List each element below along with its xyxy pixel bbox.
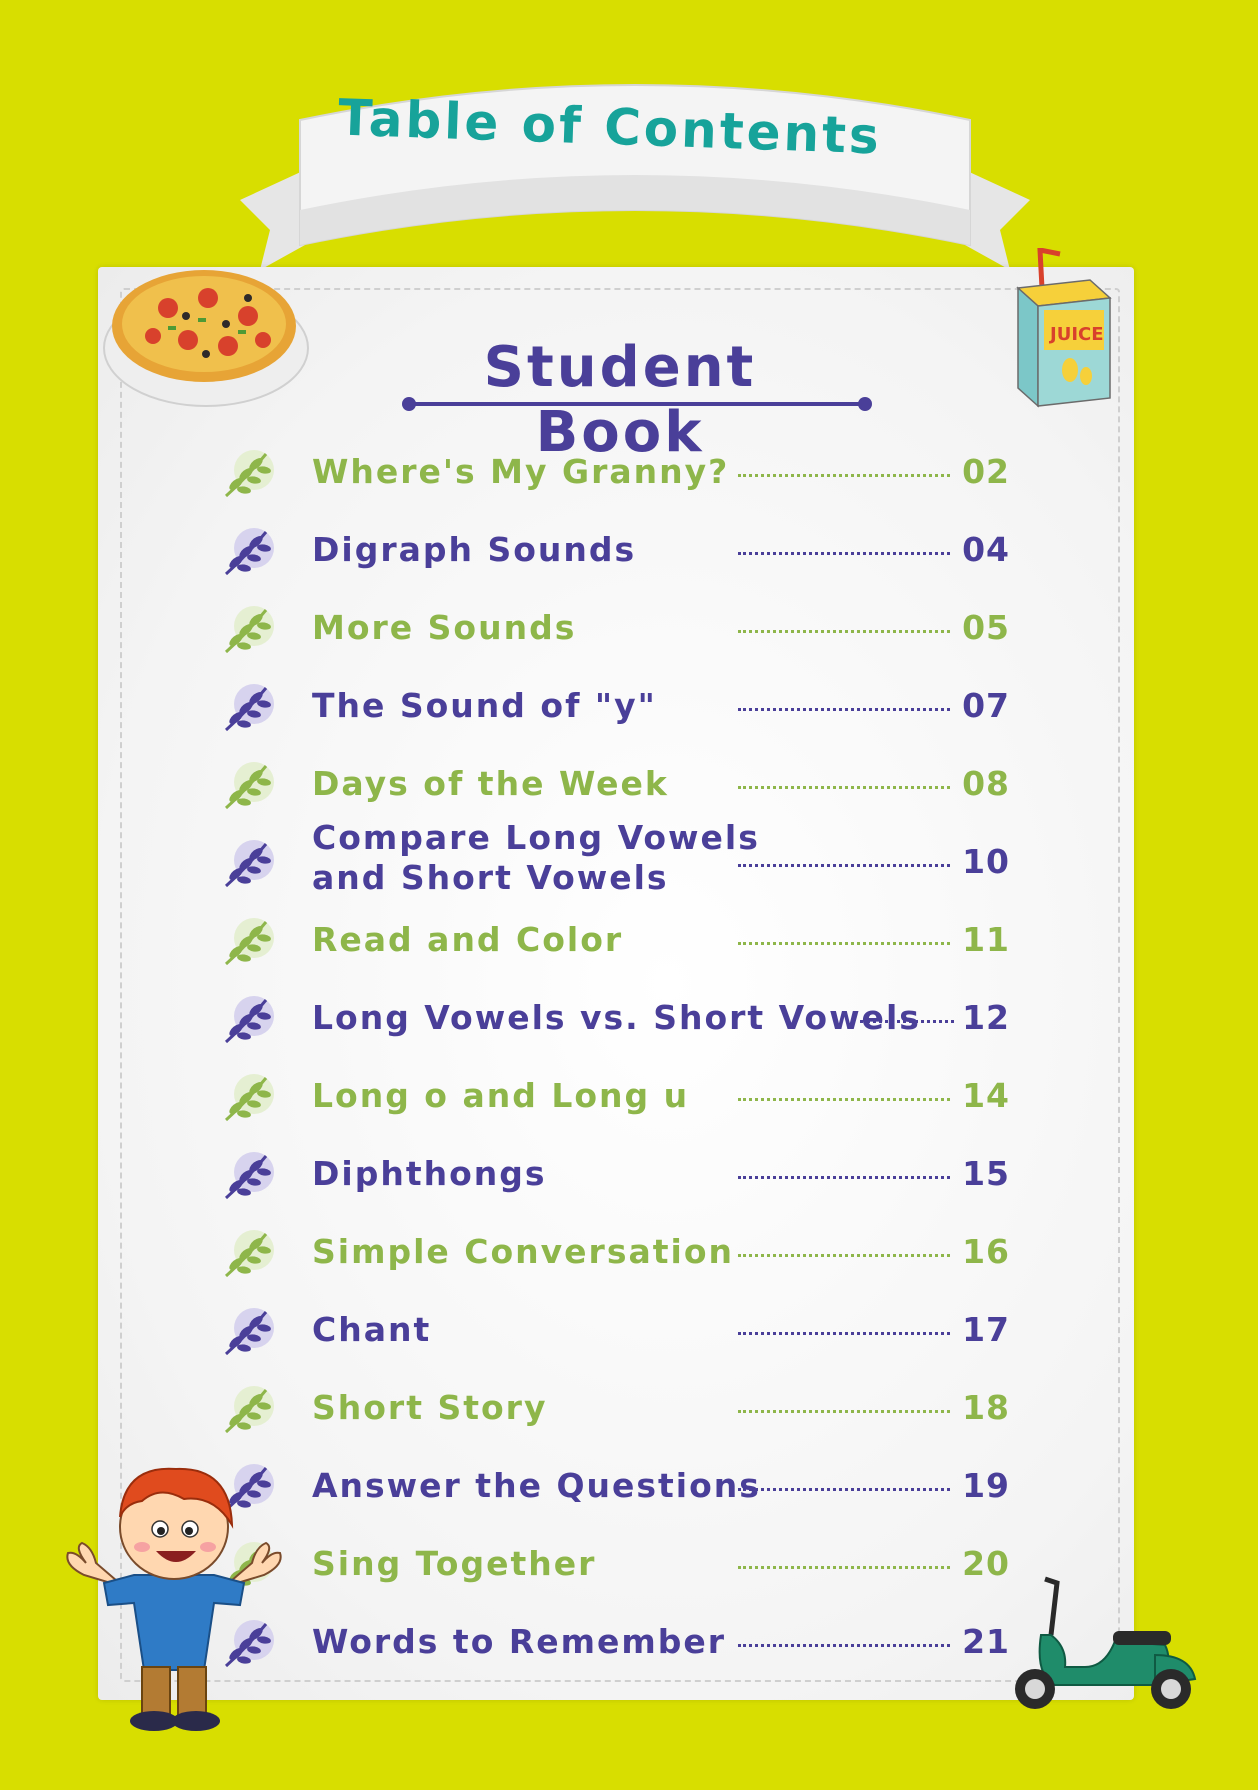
toc-label: Short Story [312,1388,548,1427]
page-number: 04 [962,530,1010,569]
leaf-icon [224,762,274,810]
toc-row[interactable]: Short Story 18 [220,1376,1010,1446]
toc-label: Compare Long Vowels [312,818,760,857]
dot-leader [738,1488,950,1494]
page-number: 12 [962,998,1010,1037]
leaf-icon [224,1386,274,1434]
dot-leader [738,708,950,714]
toc-row[interactable]: Long Vowels vs. Short Vowels 12 [220,986,1010,1056]
toc-label: Sing Together [312,1544,597,1583]
leaf-icon [224,606,274,654]
toc-label: Long o and Long u [312,1076,690,1115]
dot-leader [860,1020,954,1026]
leaf-icon [224,528,274,576]
toc-row[interactable]: Sing Together 20 [220,1532,1010,1602]
toc-label: Long Vowels vs. Short Vowels [312,998,921,1037]
toc-label: More Sounds [312,608,577,647]
toc-label: and Short Vowels [312,858,669,897]
dot-leader [738,1644,950,1650]
dot-leader [738,630,950,636]
page-number: 07 [962,686,1010,725]
toc-row[interactable]: Days of the Week 08 [220,752,1010,822]
toc-label: Chant [312,1310,432,1349]
leaf-icon [224,840,274,888]
toc-row[interactable]: Diphthongs 15 [220,1142,1010,1212]
page-number: 11 [962,920,1010,959]
page-number: 17 [962,1310,1010,1349]
toc-row[interactable]: Compare Long Vowels and Short Vowels 10 [220,818,1010,897]
dot-leader [738,1332,950,1338]
toc-row[interactable]: Where's My Granny? 02 [220,440,1010,510]
page-number: 18 [962,1388,1010,1427]
page-number: 14 [962,1076,1010,1115]
dot-leader [738,864,950,870]
page-number: 16 [962,1232,1010,1271]
dot-leader [738,1566,950,1572]
toc-row[interactable]: The Sound of "y" 07 [220,674,1010,744]
dot-leader [738,786,950,792]
toc-row[interactable]: Chant 17 [220,1298,1010,1368]
page-number: 15 [962,1154,1010,1193]
leaf-icon [224,1074,274,1122]
boy-character-icon [66,1467,282,1731]
page-number: 20 [962,1544,1010,1583]
leaf-icon [224,1308,274,1356]
page-number: 10 [962,842,1010,881]
leaf-icon [224,918,274,966]
dot-leader [738,942,950,948]
dot-leader [738,552,950,558]
page-number: 19 [962,1466,1010,1505]
toc-row[interactable]: Simple Conversation 16 [220,1220,1010,1290]
dot-leader [738,474,950,480]
toc-row[interactable]: Words to Remember 21 [220,1610,1010,1680]
dot-leader [738,1098,950,1104]
toc-label: Simple Conversation [312,1232,734,1271]
leaf-icon [224,1230,274,1278]
toc-label: Where's My Granny? [312,452,730,491]
page-number: 21 [962,1622,1010,1661]
scooter-icon [1015,1576,1197,1709]
toc-row[interactable]: Long o and Long u 14 [220,1064,1010,1134]
toc-label: Digraph Sounds [312,530,637,569]
toc-row[interactable]: Read and Color 11 [220,908,1010,978]
toc-label: Days of the Week [312,764,669,803]
page-number: 02 [962,452,1010,491]
toc-label: Words to Remember [312,1622,727,1661]
dot-leader [738,1410,950,1416]
toc-row[interactable]: More Sounds 05 [220,596,1010,666]
toc-row[interactable]: Digraph Sounds 04 [220,518,1010,588]
leaf-icon [224,1152,274,1200]
leaf-icon [224,450,274,498]
dot-leader [738,1176,950,1182]
toc-label: Read and Color [312,920,624,959]
toc-row[interactable]: Answer the Questions 19 [220,1454,1010,1524]
toc-label: Diphthongs [312,1154,547,1193]
leaf-icon [224,996,274,1044]
page-number: 05 [962,608,1010,647]
dot-leader [738,1254,950,1260]
page-number: 08 [962,764,1010,803]
toc-label: The Sound of "y" [312,686,657,725]
leaf-icon [224,684,274,732]
toc-label: Answer the Questions [312,1466,761,1505]
